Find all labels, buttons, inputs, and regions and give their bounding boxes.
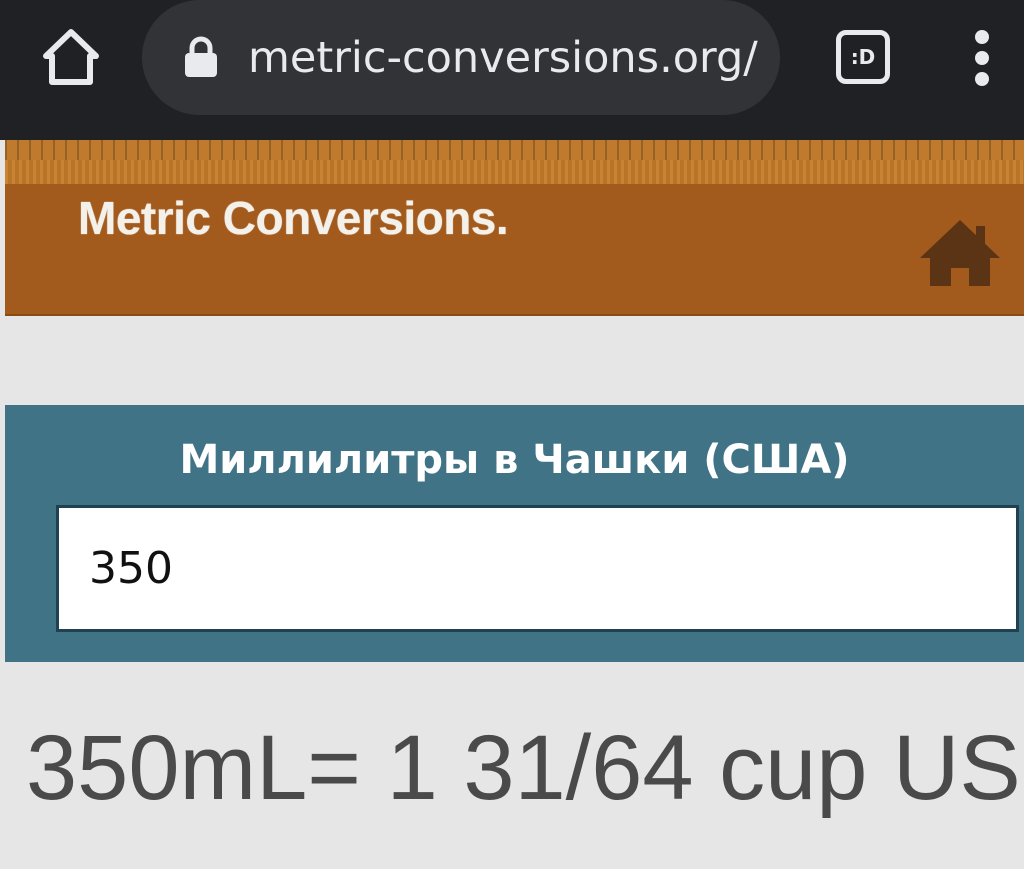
home-icon [43, 29, 99, 85]
address-bar[interactable]: metric-conversions.org/r [142, 0, 780, 115]
site-header: Metric Conversions. [5, 140, 1024, 316]
converter-panel: Миллилитры в Чашки (США) [5, 405, 1024, 662]
converter-title: Миллилитры в Чашки (США) [179, 437, 850, 483]
ruler-decoration [5, 140, 1024, 184]
more-vert-icon[interactable] [960, 28, 1004, 88]
site-logo[interactable]: Metric Conversions. [78, 190, 509, 246]
conversion-result: 350mL= 1 31/64 cup US [26, 717, 1021, 819]
house-icon[interactable] [919, 218, 1001, 288]
lock-icon [185, 36, 217, 77]
tab-switcher-button[interactable]: :D [836, 30, 890, 84]
tab-switcher-label: :D [850, 45, 876, 69]
browser-home-button[interactable] [38, 22, 104, 92]
url-text[interactable]: metric-conversions.org/r [248, 30, 758, 86]
amount-input[interactable] [56, 505, 1019, 632]
browser-toolbar: metric-conversions.org/r :D [0, 0, 1024, 140]
